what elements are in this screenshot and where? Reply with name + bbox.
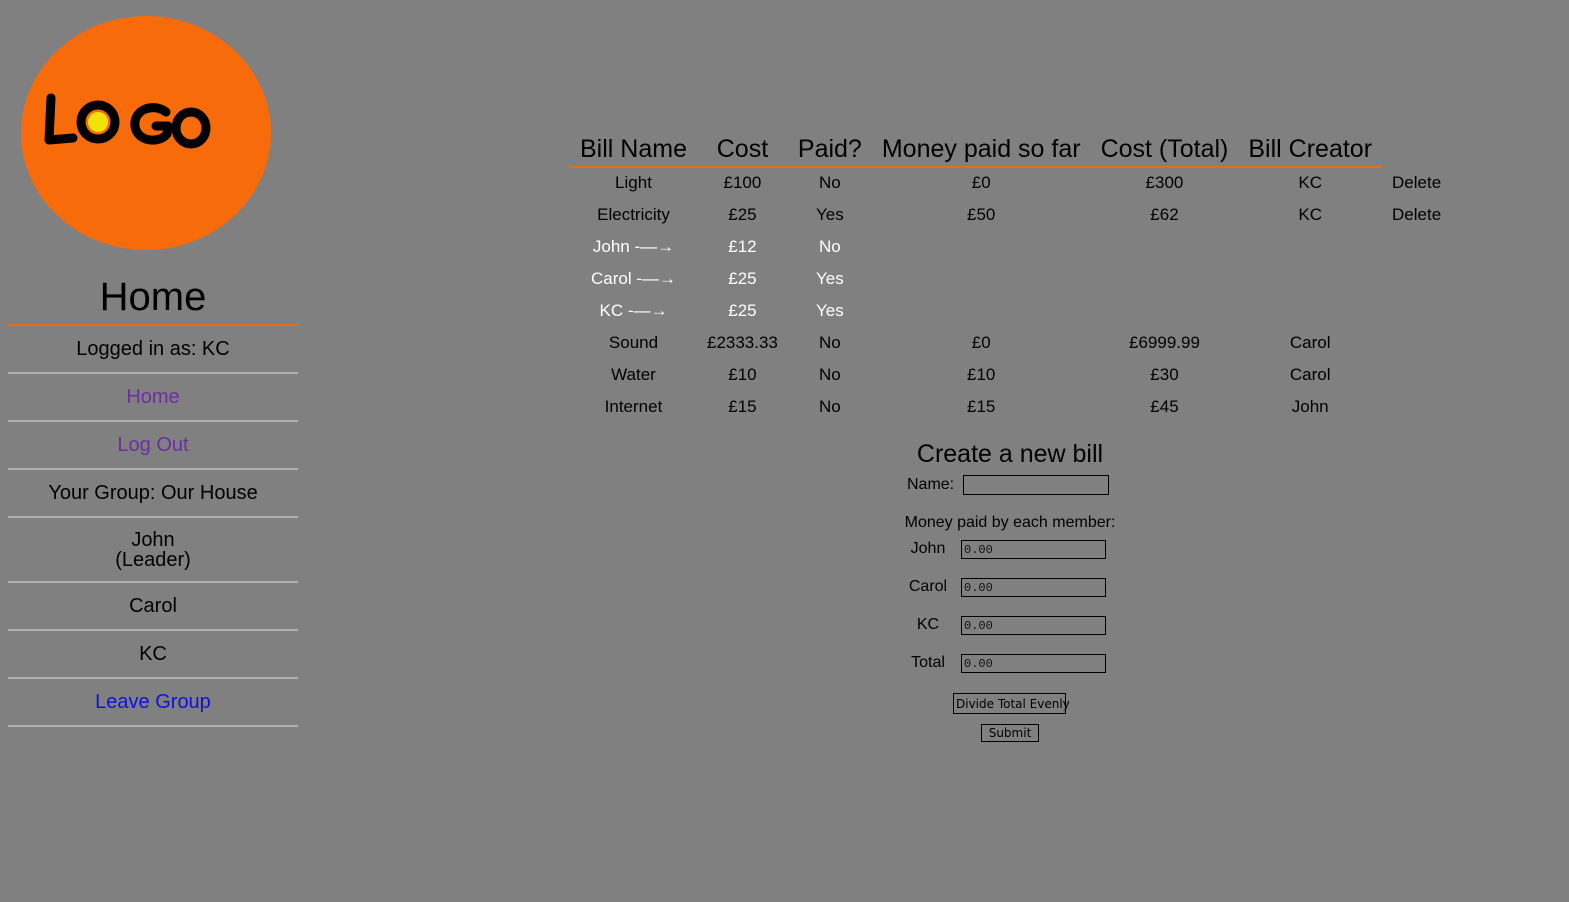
- create-bill-form: Create a new bill Name: Money paid by ea…: [860, 438, 1160, 742]
- table-row: Electricity £25 Yes £50 £62 KC Delete: [570, 199, 1451, 231]
- delete-button[interactable]: Delete: [1382, 199, 1451, 231]
- bill-paid-so-far: £0: [971, 333, 991, 352]
- bill-total: £6999.99: [1129, 333, 1200, 352]
- leave-group-link[interactable]: Leave Group: [95, 691, 211, 713]
- logout-link[interactable]: Log Out: [117, 434, 188, 456]
- member-share-row: KC -—→ £25 Yes: [570, 295, 1451, 327]
- bill-paid-so-far: £10: [967, 365, 996, 384]
- table-row: Sound £2333.33 No £0 £6999.99 Carol: [570, 327, 1451, 359]
- submit-button[interactable]: Submit: [981, 724, 1039, 742]
- group-name: Your Group: Our House: [8, 470, 298, 518]
- bill-paid: No: [819, 365, 841, 384]
- table-header-row: Bill Name Cost Paid? Money paid so far C…: [570, 132, 1451, 167]
- member-share-row: Carol -—→ £25 Yes: [570, 263, 1451, 295]
- member-label-kc: KC: [916, 616, 940, 633]
- bill-total: £30: [1150, 365, 1179, 384]
- member-share-name: John -—→: [592, 237, 675, 256]
- column-header: Paid?: [797, 135, 862, 163]
- column-header: Bill Name: [580, 135, 687, 163]
- action-column-header: [1382, 132, 1451, 167]
- column-header: Cost (Total): [1100, 135, 1229, 163]
- member-role: (Leader): [115, 549, 191, 571]
- member-share-cost: £25: [728, 301, 757, 320]
- logged-in-status: Logged in as: KC: [8, 326, 298, 374]
- bill-cost: £25: [728, 205, 757, 224]
- bill-paid-so-far: £15: [967, 397, 996, 416]
- member-share-paid: Yes: [816, 301, 844, 320]
- bill-paid: No: [819, 173, 841, 192]
- bill-name: Water: [611, 365, 656, 384]
- bill-paid-so-far: £50: [967, 205, 996, 224]
- bill-creator: KC: [1298, 205, 1323, 224]
- member-share-paid: Yes: [816, 269, 844, 288]
- total-amount-input[interactable]: [961, 654, 1106, 673]
- member-label-carol: Carol: [908, 578, 948, 595]
- member-share-name: KC -—→: [599, 301, 668, 320]
- sidebar-nav: Logged in as: KC Home Log Out Your Group…: [8, 326, 298, 727]
- member-item-carol: Carol: [8, 583, 298, 631]
- member-share-cost: £25: [728, 269, 757, 288]
- home-link[interactable]: Home: [126, 386, 179, 408]
- bill-cost: £2333.33: [706, 333, 778, 352]
- bill-cost: £10: [728, 365, 757, 384]
- bill-creator: KC: [1298, 173, 1323, 192]
- logo: [21, 16, 271, 250]
- member-share-name: Carol -—→: [590, 269, 676, 288]
- sidebar-item-leave: Leave Group: [8, 679, 298, 727]
- divide-evenly-button[interactable]: Divide Total Evenly: [953, 693, 1070, 714]
- member-item-john: John (Leader): [8, 518, 298, 583]
- bill-name: Sound: [608, 333, 659, 352]
- bill-creator: Carol: [1289, 333, 1331, 352]
- bill-creator: John: [1291, 397, 1329, 416]
- member-share-cost: £12: [728, 237, 757, 256]
- bill-name: Internet: [604, 397, 663, 416]
- table-row: Internet £15 No £15 £45 John: [570, 391, 1451, 423]
- table-row: Water £10 No £10 £30 Carol: [570, 359, 1451, 391]
- bill-paid: Yes: [816, 205, 844, 224]
- member-label-john: John: [910, 540, 946, 557]
- john-amount-input[interactable]: [961, 540, 1106, 559]
- form-title: Create a new bill: [916, 440, 1104, 468]
- bill-creator: Carol: [1289, 365, 1331, 384]
- column-header: Money paid so far: [881, 135, 1081, 163]
- member-share-row: John -—→ £12 No: [570, 231, 1451, 263]
- money-paid-label: Money paid by each member:: [904, 514, 1116, 531]
- table-row: Light £100 No £0 £300 KC Delete: [570, 167, 1451, 199]
- bill-paid-so-far: £0: [971, 173, 991, 192]
- bill-total: £62: [1150, 205, 1179, 224]
- bill-total: £45: [1150, 397, 1179, 416]
- total-label: Total: [911, 654, 945, 671]
- bill-cost: £100: [723, 173, 762, 192]
- bill-paid: No: [819, 333, 841, 352]
- carol-amount-input[interactable]: [961, 578, 1106, 597]
- page-title: Home: [99, 275, 207, 319]
- member-share-paid: No: [819, 237, 841, 256]
- bill-paid: No: [819, 397, 841, 416]
- name-label: Name:: [907, 476, 955, 493]
- bills-table: Bill Name Cost Paid? Money paid so far C…: [570, 132, 1451, 423]
- sidebar-item-home: Home: [8, 374, 298, 422]
- kc-amount-input[interactable]: [961, 616, 1106, 635]
- member-name: John: [131, 529, 175, 551]
- bill-cost: £15: [728, 397, 757, 416]
- column-header: Bill Creator: [1248, 135, 1373, 163]
- member-item-kc: KC: [8, 631, 298, 679]
- bill-name-input[interactable]: [963, 475, 1109, 495]
- bill-total: £300: [1145, 173, 1184, 192]
- bill-name: Electricity: [597, 205, 670, 224]
- delete-button[interactable]: Delete: [1382, 167, 1451, 199]
- sidebar-item-logout: Log Out: [8, 422, 298, 470]
- column-header: Cost: [716, 135, 769, 163]
- bill-name: Light: [615, 173, 652, 192]
